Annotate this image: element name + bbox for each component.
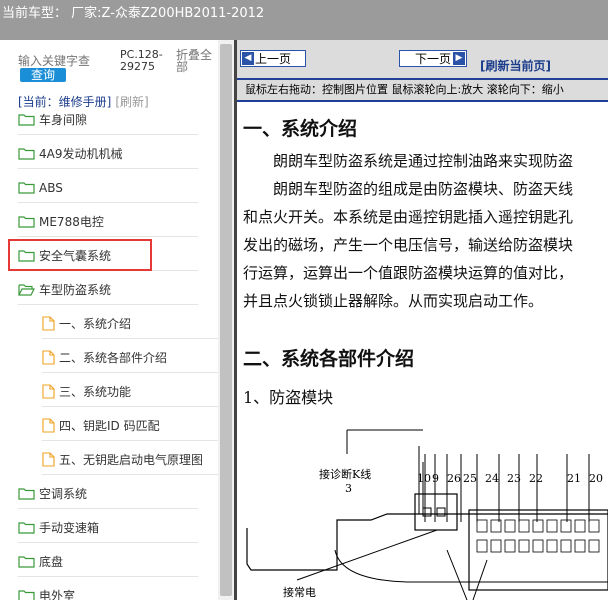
folder-icon	[18, 216, 35, 228]
pc-number: PC.128-29275	[120, 48, 163, 73]
folder-icon	[18, 250, 35, 262]
top-bar: 当前车型： 厂家:Z-众泰Z200HB2011-2012	[0, 0, 608, 40]
paragraph-line: 发出的磁场，产生一个电压信号，输送给防盗模块	[243, 236, 574, 254]
pin-number-label: 23	[507, 472, 521, 485]
document-icon	[42, 384, 55, 399]
document-icon	[42, 350, 55, 365]
tree-item-label: 五、无钥匙启动电气原理图	[59, 453, 204, 467]
document-icon	[42, 452, 55, 467]
tree-folder-item[interactable]: 手动变速箱	[18, 513, 198, 543]
tree-item-label: 车型防盗系统	[39, 283, 112, 297]
paragraph-line: 并且点火锁锁止器解除。从而实现启动工作。	[243, 292, 544, 310]
tree-child-item[interactable]: 四、钥匙ID 码匹配	[42, 411, 218, 441]
tree-item-label: 安全气囊系统	[39, 249, 112, 263]
section-heading-1: 一、系统介绍	[243, 118, 358, 140]
folder-icon	[18, 590, 35, 600]
pin-number-label: 22	[529, 472, 543, 485]
tree-item-label: 底盘	[39, 555, 64, 569]
tree-item-label: 手动变速箱	[39, 521, 100, 535]
sidebar: 查询 PC.128-29275 折叠全部 [当前：维修手册][刷新] 车身间隙4…	[0, 40, 234, 600]
tree-folder-item[interactable]: 电外室	[18, 581, 198, 600]
collapse-all-button[interactable]: 折叠全部	[176, 49, 218, 73]
document-icon	[42, 418, 55, 433]
pin-number-label: 26	[447, 472, 461, 485]
arrow-right-icon: ▶	[453, 52, 465, 65]
tree-folder-item[interactable]: ABS	[18, 173, 198, 203]
tree-folder-item[interactable]: 车型防盗系统	[18, 275, 198, 305]
folder-icon	[18, 556, 35, 568]
mouse-hint-bar: 鼠标左右拖动：控制图片位置 鼠标滚轮向上:放大 滚轮向下：缩小	[237, 78, 608, 102]
arrow-left-icon: ◀	[242, 52, 254, 65]
diagram-label-diagnostic-num: 3	[345, 482, 352, 495]
tree-child-item[interactable]: 五、无钥匙启动电气原理图	[42, 445, 218, 475]
search-button[interactable]: 查询	[20, 68, 66, 82]
diagram-label-diagnostic: 接诊断K线	[319, 468, 372, 481]
tree-folder-item[interactable]: 底盘	[18, 547, 198, 577]
pin-number-label: 20	[589, 472, 603, 485]
folder-icon	[18, 182, 35, 194]
tree-folder-item[interactable]: 安全气囊系统	[18, 241, 198, 271]
tree-child-item[interactable]: 二、系统各部件介绍	[42, 343, 218, 373]
antitheft-module-diagram	[246, 429, 608, 600]
tree-item-label: 一、系统介绍	[59, 317, 132, 331]
tree-item-label: 车身间隙	[39, 113, 88, 127]
next-page-button[interactable]: 下一页 ▶	[399, 50, 467, 67]
diagram-label-power: 接常电	[283, 586, 316, 599]
tree-child-item[interactable]: 一、系统介绍	[42, 309, 218, 339]
tree-item-label: ABS	[39, 180, 63, 195]
page-toolbar: ◀ 上一页 下一页 ▶ [刷新当前页]	[237, 40, 608, 78]
paragraph-line: 和点火开关。本系统是由遥控钥匙插入遥控钥匙孔	[243, 208, 574, 226]
folder-icon	[18, 114, 35, 126]
tree-folder-item[interactable]: ME788电控	[18, 207, 198, 237]
tree-item-label: 空调系统	[39, 487, 88, 501]
refresh-page-button[interactable]: [刷新当前页]	[480, 57, 551, 74]
next-page-label: 下一页	[414, 52, 451, 66]
pin-number-label: 10	[417, 472, 431, 485]
tree-child-item[interactable]: 三、系统功能	[42, 377, 218, 407]
tree-item-label: 电外室	[39, 589, 76, 600]
pin-number-label: 24	[485, 472, 499, 485]
section-heading-2: 二、系统各部件介绍	[243, 348, 415, 370]
prev-page-label: 上一页	[254, 52, 291, 66]
pin-number-label: 25	[463, 472, 477, 485]
subsection-heading: 1、防盗模块	[243, 388, 334, 407]
paragraph-line: 朗朗车型防盗系统是通过控制油路来实现防盗	[273, 152, 574, 170]
manual-page[interactable]: 一、系统介绍 朗朗车型防盗系统是通过控制油路来实现防盗 朗朗车型防盗的组成是由防…	[237, 102, 608, 600]
folder-icon	[18, 522, 35, 534]
folder-icon	[18, 148, 35, 160]
current-model-title: 当前车型： 厂家:Z-众泰Z200HB2011-2012	[2, 6, 265, 21]
document-pane: ◀ 上一页 下一页 ▶ [刷新当前页] 鼠标左右拖动：控制图片位置 鼠标滚轮向上…	[237, 40, 608, 600]
tree-item-label: 4A9发动机机械	[39, 147, 123, 161]
folder-icon	[18, 488, 35, 500]
pin-number-label: 21	[567, 472, 581, 485]
paragraph-line: 行运算，运算出一个值跟防盗模块运算的值对比，	[243, 264, 574, 282]
tree-item-label: 四、钥匙ID 码匹配	[59, 419, 160, 433]
folder-open-icon	[18, 284, 35, 296]
tree-item-label: 三、系统功能	[59, 385, 132, 399]
tree-item-label: 二、系统各部件介绍	[59, 351, 168, 365]
sidebar-scrollbar[interactable]	[218, 40, 234, 600]
tree-folder-item[interactable]: 车身间隙	[18, 105, 198, 135]
paragraph-line: 朗朗车型防盗的组成是由防盗模块、防盗天线	[273, 180, 574, 198]
tree-folder-item[interactable]: 4A9发动机机械	[18, 139, 198, 169]
document-icon	[42, 316, 55, 331]
tree-item-label: ME788电控	[39, 215, 104, 229]
tree-folder-item[interactable]: 空调系统	[18, 479, 198, 509]
pin-number-label: 9	[432, 472, 439, 485]
scrollbar-thumb[interactable]	[220, 44, 232, 596]
prev-page-button[interactable]: ◀ 上一页	[240, 50, 306, 67]
